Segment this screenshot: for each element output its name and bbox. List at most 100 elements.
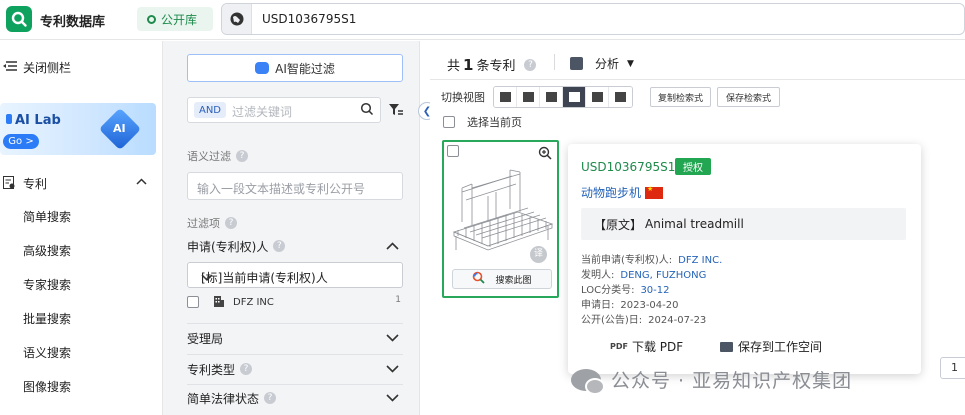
select-page-checkbox[interactable] xyxy=(443,116,455,128)
applicant-checkbox[interactable] xyxy=(187,296,199,308)
left-sidebar: 关闭侧栏 AI Lab Go > AI 专利 简单搜索 高级搜索 专家搜索 批量… xyxy=(0,41,163,415)
divider xyxy=(187,323,403,324)
applicant-type-select[interactable]: [标]当前申请(专利权)人 xyxy=(187,262,403,288)
view-switcher xyxy=(493,86,633,108)
keyword-placeholder: 过滤关键词 xyxy=(232,105,293,119)
meta-inventor: 发明人: DENG, FUZHONG xyxy=(581,270,707,281)
office-filter-header[interactable]: 受理局 xyxy=(187,327,403,349)
pdf-icon: PDF xyxy=(610,342,628,351)
compact-view-button[interactable] xyxy=(517,87,540,107)
nav-item-image-search[interactable]: 图像搜索 xyxy=(23,378,71,395)
app-logo-icon[interactable] xyxy=(6,6,32,32)
ai-cube-label: AI xyxy=(113,122,126,135)
china-flag-icon xyxy=(645,185,664,199)
nav-item-simple-search[interactable]: 简单搜索 xyxy=(23,208,71,225)
compact-list-icon xyxy=(522,92,534,102)
help-icon[interactable]: ? xyxy=(225,217,237,229)
nav-item-batch-search[interactable]: 批量搜索 xyxy=(23,310,71,327)
globe-icon[interactable] xyxy=(222,4,252,34)
main-search-box[interactable]: USD1036795S1 xyxy=(221,3,965,35)
grid-view-button[interactable] xyxy=(563,87,586,107)
nav-section-patent[interactable]: 专利 xyxy=(0,173,163,193)
filter-settings-icon[interactable] xyxy=(389,103,403,120)
database-selector[interactable]: 公开库 xyxy=(137,7,213,31)
meta-application-date: 申请日: 2023-04-20 xyxy=(581,300,679,311)
chevron-up-icon xyxy=(386,239,399,253)
semantic-filter-label: 语义过滤? xyxy=(187,148,248,164)
help-icon[interactable]: ? xyxy=(524,58,537,71)
patent-title[interactable]: 动物跑步机 xyxy=(581,184,664,201)
image-view-button[interactable] xyxy=(540,87,563,107)
building-icon xyxy=(213,295,225,310)
save-to-workspace-button[interactable]: 保存到工作空间 xyxy=(720,338,822,355)
download-pdf-button[interactable]: PDF 下载 PDF xyxy=(610,338,683,355)
translate-badge[interactable]: 译 xyxy=(530,246,547,263)
original-title-box: 【原文】 Animal treadmill xyxy=(581,208,906,240)
search-this-image-button[interactable]: 搜索此图 xyxy=(452,269,552,289)
list-view-icon xyxy=(499,92,511,102)
applicant-option-row[interactable]: DFZ INC 1 xyxy=(187,293,403,311)
search-input[interactable]: USD1036795S1 xyxy=(262,12,356,26)
ai-lab-banner[interactable]: AI Lab Go > AI xyxy=(0,103,156,155)
semantic-filter-input[interactable]: 输入一段文本描述或专利公开号 xyxy=(187,172,403,200)
zoom-in-icon[interactable] xyxy=(538,146,552,163)
keyword-filter-input[interactable]: AND 过滤关键词 xyxy=(187,97,381,123)
result-count: 共 1 条专利? xyxy=(447,55,537,74)
nav-item-expert-search[interactable]: 专家搜索 xyxy=(23,276,71,293)
watermark: 公众号 · 亚易知识产权集团 xyxy=(571,366,852,395)
divider xyxy=(554,54,555,70)
applicant-filter-header[interactable]: 申请(专利权)人? xyxy=(187,235,403,257)
patent-thumbnail-card[interactable]: 译 搜索此图 xyxy=(442,140,559,298)
inventor-link[interactable]: DENG, FUZHONG xyxy=(620,270,706,281)
view-switch-label: 切换视图 xyxy=(441,91,485,104)
collapse-sidebar-button[interactable]: 关闭侧栏 xyxy=(0,57,71,77)
chevron-up-icon xyxy=(136,175,147,188)
list-view-button[interactable] xyxy=(494,87,517,107)
applicant-link[interactable]: DFZ INC. xyxy=(678,255,722,266)
filter-panel: AI智能过滤 AND 过滤关键词 语义过滤? 输入一段文本描述或专利公开号 过滤… xyxy=(163,41,420,415)
image-search-icon xyxy=(472,271,486,287)
ai-filter-label: AI智能过滤 xyxy=(275,61,335,76)
operator-selector[interactable]: AND xyxy=(194,102,226,118)
result-count-number: 1 xyxy=(463,55,474,74)
nav-item-advanced-search[interactable]: 高级搜索 xyxy=(23,242,71,259)
help-icon[interactable]: ? xyxy=(273,240,286,252)
ai-lab-go-button[interactable]: Go > xyxy=(3,134,39,149)
chevron-down-icon xyxy=(386,391,399,405)
folder-icon xyxy=(720,341,733,352)
database-icon xyxy=(147,14,156,24)
grid-icon xyxy=(568,92,580,102)
app-title: 专利数据库 xyxy=(40,15,106,30)
page-number-input[interactable]: 1 xyxy=(940,357,965,379)
nav-section-label: 专利 xyxy=(23,176,48,191)
search-icon[interactable] xyxy=(360,102,374,119)
save-query-button[interactable]: 保存检索式 xyxy=(717,87,780,107)
collapse-sidebar-icon xyxy=(3,60,17,75)
chevron-down-icon xyxy=(386,331,399,345)
select-current-page[interactable]: 选择当前页 xyxy=(443,114,522,130)
result-checkbox[interactable] xyxy=(447,145,459,157)
applicant-option-name: DFZ INC xyxy=(233,296,274,308)
help-icon[interactable]: ? xyxy=(264,392,277,404)
ai-filter-button[interactable]: AI智能过滤 xyxy=(187,54,403,82)
tree-view-button[interactable] xyxy=(586,87,609,107)
ai-lab-icon xyxy=(6,114,12,124)
meta-loc-class: LOC分类号: 30-12 xyxy=(581,285,670,296)
top-bar: 专利数据库 公开库 USD1036795S1 xyxy=(0,0,965,40)
loc-class-link[interactable]: 30-12 xyxy=(640,285,669,296)
divider xyxy=(430,79,965,80)
status-badge: 授权 xyxy=(675,158,711,175)
tree-icon xyxy=(591,92,603,102)
nav-item-semantic-search[interactable]: 语义搜索 xyxy=(23,344,71,361)
chevron-down-icon xyxy=(386,362,399,376)
help-icon[interactable]: ? xyxy=(236,150,248,162)
patent-type-filter-header[interactable]: 专利类型? xyxy=(187,358,403,380)
chart-icon xyxy=(615,92,626,102)
applicant-option-count: 1 xyxy=(395,295,401,305)
chart-view-button[interactable] xyxy=(609,87,632,107)
help-icon[interactable]: ? xyxy=(240,363,253,375)
publication-number[interactable]: USD1036795S1 xyxy=(581,160,675,174)
legal-status-filter-header[interactable]: 简单法律状态? xyxy=(187,387,403,409)
analyze-button[interactable]: 分析 ▼ xyxy=(570,55,634,72)
copy-query-button[interactable]: 复制检索式 xyxy=(650,87,711,107)
